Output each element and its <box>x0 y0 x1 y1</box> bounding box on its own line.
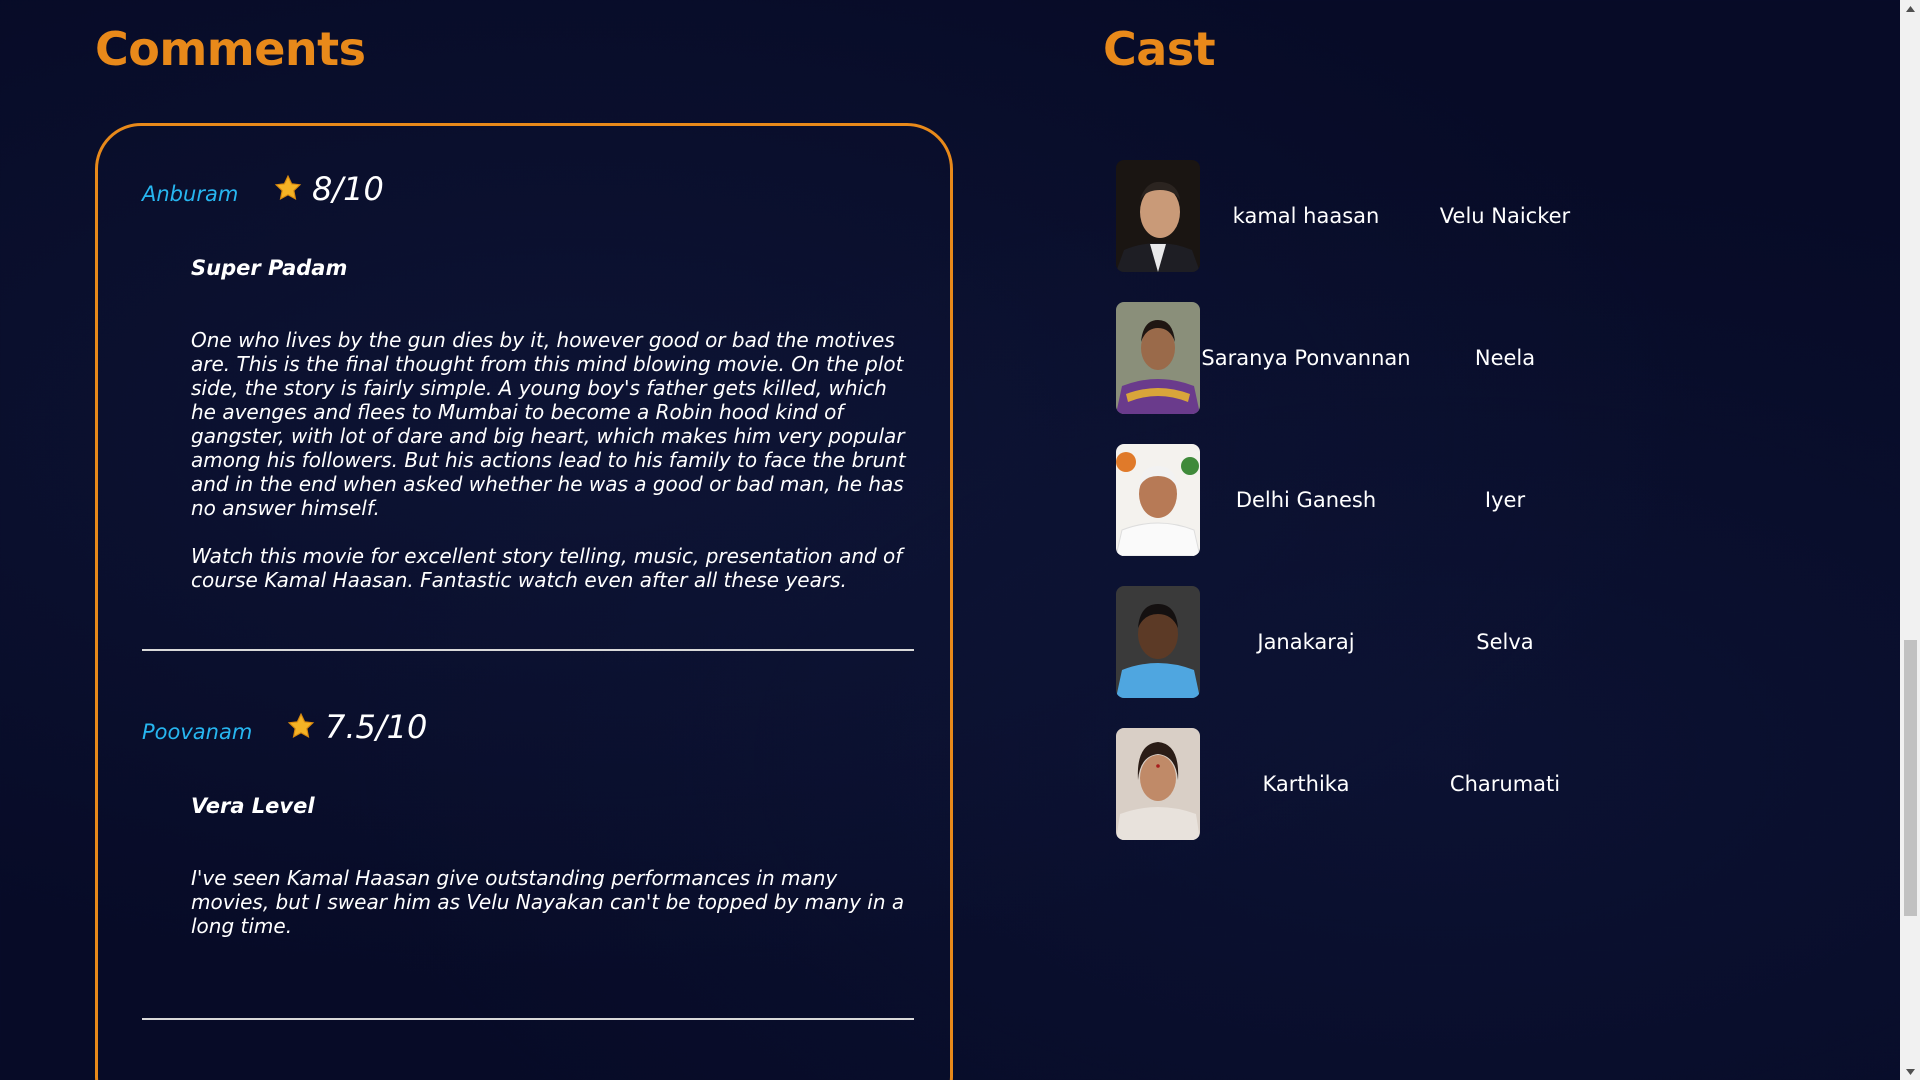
comment-divider <box>142 1018 914 1020</box>
comment-rating: 7.5/10 <box>287 708 427 746</box>
cast-photo <box>1116 302 1200 414</box>
cast-actor-name: Saranya Ponvannan <box>1201 346 1411 370</box>
cast-role-name: Iyer <box>1484 488 1526 512</box>
comment-paragraph: Watch this movie for excellent story tel… <box>191 544 903 592</box>
comment-body: I've seen Kamal Haasan give outstanding … <box>191 866 916 962</box>
cast-role-name: Neela <box>1474 346 1536 370</box>
cast-photo <box>1116 444 1200 556</box>
comment-headline: Vera Level <box>191 794 315 818</box>
vertical-scrollbar[interactable] <box>1900 0 1920 1080</box>
comment-headline: Super Padam <box>191 256 348 280</box>
star-icon <box>287 712 315 738</box>
comment-paragraph: I've seen Kamal Haasan give outstanding … <box>191 866 905 938</box>
star-icon <box>274 174 302 200</box>
comments-heading: Comments <box>95 22 366 76</box>
cast-member[interactable]: Saranya Ponvannan Neela <box>1116 302 1616 414</box>
cast-role-name: Charumati <box>1449 772 1561 796</box>
comment-rating: 8/10 <box>274 170 384 208</box>
cast-member[interactable]: Karthika Charumati <box>1116 728 1616 840</box>
cast-actor-name: Delhi Ganesh <box>1235 488 1377 512</box>
arrow-down-icon[interactable] <box>1900 1063 1920 1080</box>
comment-username[interactable]: Poovanam <box>142 720 252 744</box>
comment-paragraph: One who lives by the gun dies by it, how… <box>191 328 906 520</box>
cast-heading: Cast <box>1103 22 1216 76</box>
cast-actor-name: kamal haasan <box>1232 204 1380 228</box>
cast-role-name: Velu Naicker <box>1439 204 1571 228</box>
cast-member[interactable]: kamal haasan Velu Naicker <box>1116 160 1616 272</box>
cast-member[interactable]: Delhi Ganesh Iyer <box>1116 444 1616 556</box>
cast-photo <box>1116 728 1200 840</box>
cast-member[interactable]: Janakaraj Selva <box>1116 586 1616 698</box>
scroll-thumb[interactable] <box>1904 640 1917 916</box>
comments-panel: Anburam 8/10 Super Padam One who lives b… <box>95 123 953 1080</box>
comment-body: One who lives by the gun dies by it, how… <box>191 328 916 616</box>
cast-actor-name: Janakaraj <box>1257 630 1355 654</box>
arrow-up-icon[interactable] <box>1900 0 1920 17</box>
cast-actor-name: Karthika <box>1262 772 1350 796</box>
rating-value: 8/10 <box>312 170 384 208</box>
comment-divider <box>142 649 914 651</box>
cast-photo <box>1116 160 1200 272</box>
comment-username[interactable]: Anburam <box>142 182 238 206</box>
cast-photo <box>1116 586 1200 698</box>
cast-role-name: Selva <box>1476 630 1534 654</box>
rating-value: 7.5/10 <box>325 708 428 746</box>
